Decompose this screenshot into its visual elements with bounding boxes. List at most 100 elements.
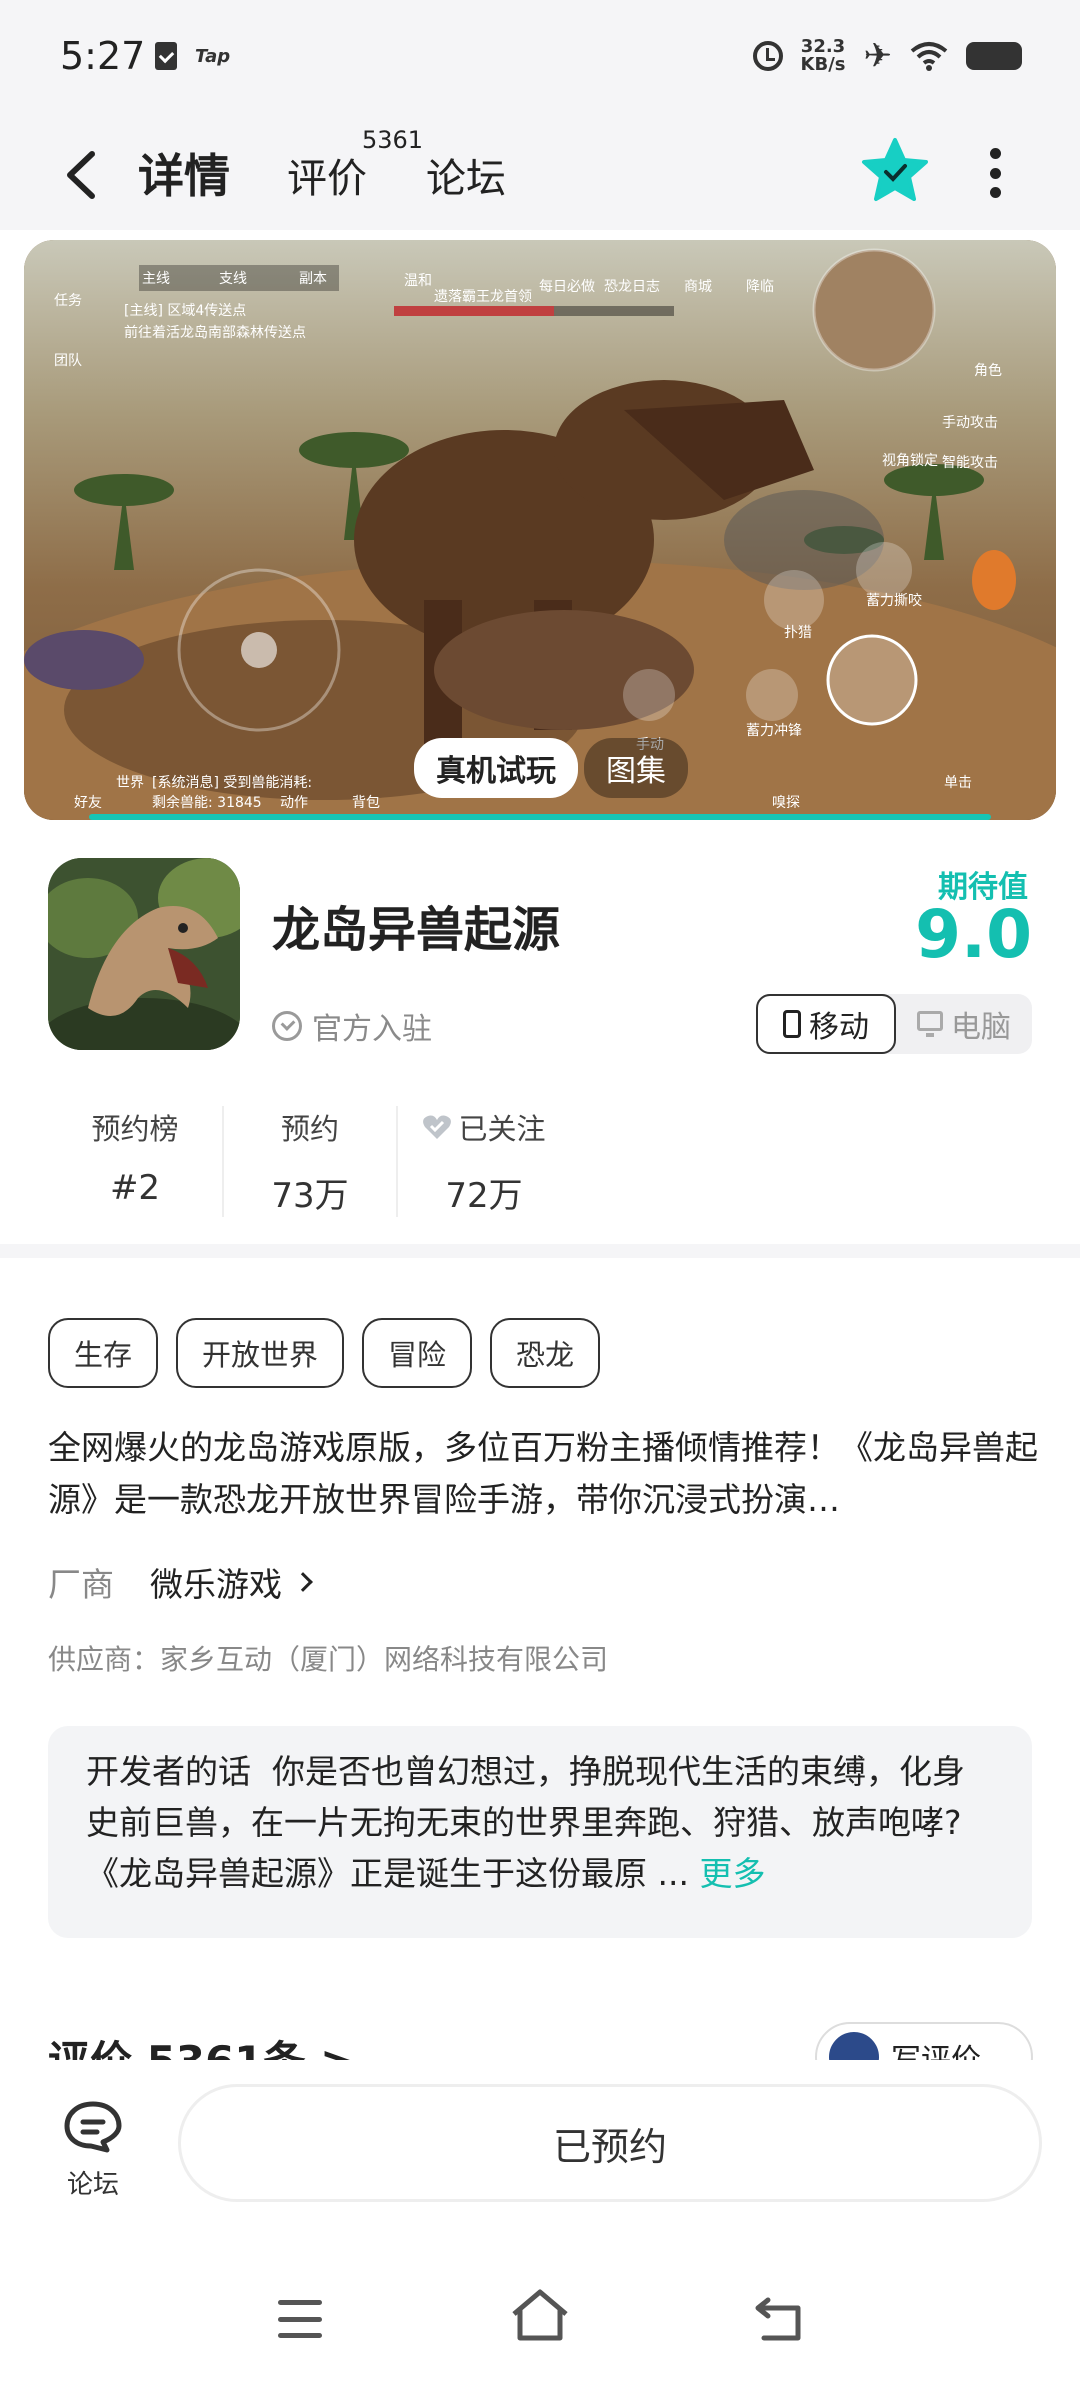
- forum-chat-icon: [64, 2101, 122, 2153]
- more-options-icon[interactable]: [988, 148, 1002, 198]
- chevron-right-icon: [293, 1572, 313, 1592]
- heart-check-icon: [423, 1115, 452, 1139]
- hud-friend: 好友: [74, 795, 102, 811]
- platform-mobile-label: 移动: [809, 1010, 869, 1045]
- hud-chat-remain: 剩余兽能: 31845: [152, 795, 262, 811]
- hero-media[interactable]: 主线 支线 副本 任务 团队 [主线] 区域4传送点 前往着活龙岛南部森林传送点…: [24, 240, 1056, 820]
- battery-icon: [966, 42, 1022, 70]
- monitor-icon: [917, 1011, 943, 1037]
- status-bar: 5:27 Tap 32.3 KB/s ✈: [0, 0, 1080, 120]
- stat-follow-value: 72万: [445, 1176, 523, 1216]
- network-speed: 32.3 KB/s: [801, 38, 846, 74]
- tab-detail[interactable]: 详情: [132, 140, 236, 206]
- tag-dinosaur[interactable]: 恐龙: [490, 1318, 601, 1388]
- review-section-title[interactable]: 评价 5361条 >: [48, 2028, 355, 2060]
- game-description[interactable]: 全网爆火的龙岛游戏原版，多位百万粉主播倾情推荐！《龙岛异兽起源》是一款恐龙开放世…: [48, 1422, 1038, 1526]
- tag-survival[interactable]: 生存: [48, 1318, 159, 1388]
- platform-toggle: 移动 电脑: [756, 994, 1032, 1054]
- hud-role: 角色: [974, 363, 1002, 379]
- platform-mobile-button[interactable]: 移动: [756, 994, 896, 1054]
- stat-rank[interactable]: 预约榜 #2: [48, 1106, 222, 1217]
- stat-rank-label: 预约榜: [91, 1112, 179, 1146]
- review-count-badge: 5361: [362, 126, 424, 154]
- hud-charge-dash: 蓄力冲锋: [746, 723, 802, 739]
- tab-review[interactable]: 评价: [287, 146, 367, 204]
- forum-label: 论坛: [66, 2170, 119, 2200]
- hud-bag: 背包: [352, 795, 380, 811]
- developer-note-title: 开发者的话: [86, 1752, 251, 1791]
- write-review-label: 写评价: [891, 2035, 981, 2060]
- status-right-icons: 32.3 KB/s ✈: [752, 36, 1022, 76]
- hud-quest: [主线] 区域4传送点: [124, 303, 247, 319]
- home-icon[interactable]: [510, 2288, 570, 2342]
- hud-icon-2: 每日必做: [539, 279, 595, 295]
- stats-row: 预约榜 #2 预约 73万 已关注 72万: [48, 1106, 570, 1217]
- platform-pc-label: 电脑: [951, 1010, 1011, 1045]
- official-badge: 官方入驻: [272, 1004, 432, 1048]
- write-review-button[interactable]: 写评价: [815, 2022, 1033, 2060]
- stat-follow-label-wrap: 已关注: [422, 1106, 546, 1148]
- airplane-mode-icon: ✈: [863, 36, 893, 76]
- hud-view-lock: 视角锁定: [882, 453, 938, 469]
- wifi-icon: [910, 41, 948, 71]
- avatar: [829, 2032, 879, 2060]
- tab-review-label: 评价: [287, 156, 367, 202]
- platform-pc-button[interactable]: 电脑: [896, 994, 1032, 1054]
- hud-sniff: 嗅探: [772, 795, 800, 811]
- status-notifications: Tap: [155, 42, 230, 70]
- gallery-button[interactable]: 图集: [584, 738, 688, 798]
- back-icon[interactable]: [754, 2294, 804, 2342]
- hero-buttons: 真机试玩 图集: [414, 738, 688, 798]
- follow-star-icon[interactable]: [860, 136, 930, 206]
- alarm-icon: [752, 41, 783, 71]
- hud-task: 任务: [54, 293, 82, 309]
- reserved-button[interactable]: 已预约: [178, 2084, 1042, 2202]
- hud-tab-main: 主线: [142, 271, 170, 287]
- app-icon: [48, 858, 240, 1050]
- tag-open-world[interactable]: 开放世界: [176, 1318, 345, 1388]
- hud-quest-sub: 前往着活龙岛南部森林传送点: [124, 325, 306, 341]
- vendor-label: 厂商: [48, 1565, 114, 1604]
- hud-boss-name: 遗落霸王龙首领: [434, 289, 532, 305]
- hud-chat-world: 世界: [116, 775, 144, 791]
- hud-single: 单击: [944, 775, 972, 791]
- tag-list: 生存 开放世界 冒险 恐龙: [48, 1318, 601, 1388]
- stat-reserve: 预约 73万: [222, 1106, 396, 1217]
- tag-adventure[interactable]: 冒险: [362, 1318, 473, 1388]
- vendor-name: 微乐游戏: [150, 1565, 282, 1604]
- taptap-icon: Tap: [195, 45, 231, 67]
- hud-icon-3: 恐龙日志: [604, 279, 660, 295]
- nav-header: 详情 评价 5361 论坛: [0, 120, 1080, 230]
- developer-note[interactable]: 开发者的话 你是否也曾幻想过，挣脱现代生活的束缚，化身史前巨兽，在一片无拘无束的…: [48, 1726, 1032, 1938]
- menu-icon[interactable]: [278, 2300, 322, 2338]
- supplier-text: 供应商：家乡互动（厦门）网络科技有限公司: [48, 1643, 609, 1676]
- cloud-demo-button[interactable]: 真机试玩: [414, 738, 578, 798]
- stat-follow[interactable]: 已关注 72万: [396, 1106, 570, 1217]
- hud-team: 团队: [54, 353, 82, 369]
- hud-icon-4: 商城: [684, 279, 712, 295]
- tab-detail-label: 详情: [138, 149, 230, 203]
- bottom-action-bar: 论坛 已预约: [0, 2060, 1080, 2230]
- hud-charge-bite: 蓄力撕咬: [866, 593, 922, 609]
- net-speed-unit: KB/s: [800, 54, 846, 75]
- forum-button[interactable]: 论坛: [52, 2100, 134, 2201]
- verified-check-icon: [272, 1011, 302, 1041]
- app-name: 龙岛异兽起源: [272, 902, 561, 958]
- stat-follow-label: 已关注: [458, 1112, 546, 1146]
- developer-note-more[interactable]: 更多: [699, 1854, 765, 1893]
- hud-action: 动作: [280, 795, 308, 811]
- hero-progress-bar: [89, 814, 991, 820]
- tab-forum-label: 论坛: [426, 156, 506, 202]
- hud-tab-dungeon: 副本: [299, 271, 327, 287]
- status-time: 5:27: [60, 34, 146, 78]
- back-arrow-icon[interactable]: [60, 148, 104, 202]
- tab-forum[interactable]: 论坛: [426, 146, 506, 204]
- hud-chat-sys: [系统消息] 受到兽能消耗:: [152, 775, 313, 791]
- hud-icon-1: 温和: [404, 273, 432, 289]
- hud-manual-attack: 手动攻击: [942, 415, 998, 431]
- section-divider: [0, 1244, 1080, 1258]
- system-nav-bar: [0, 2250, 1080, 2400]
- expect-score: 9.0: [915, 896, 1032, 973]
- vendor-row[interactable]: 厂商 微乐游戏: [48, 1558, 313, 1606]
- hud-smart-attack: 智能攻击: [942, 455, 998, 471]
